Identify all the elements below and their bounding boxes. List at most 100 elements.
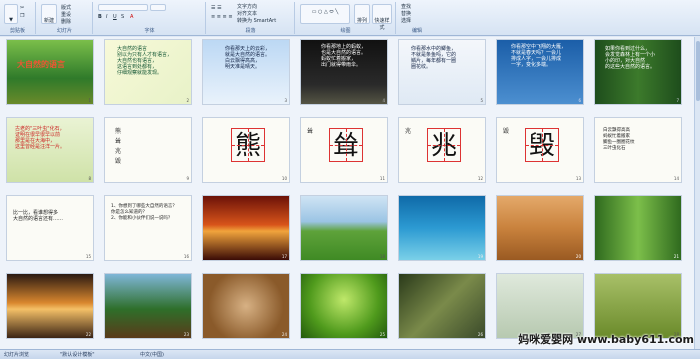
font-name-select[interactable]	[98, 4, 148, 11]
slide-thumbnail[interactable]: 21	[594, 195, 682, 261]
slide-body: 1、你想到了哪些大自然的语言？ 你是怎么知道的？ 2、你能和小伙伴们说一说吗？	[111, 204, 177, 221]
bold-button[interactable]: B	[98, 14, 102, 20]
slide-thumbnail[interactable]: 白云飘得高高 蚂蚁忙着搬家 鲫鱼一圈圈花纹 三叶虫化石 14	[594, 117, 682, 183]
slide-number: 17	[281, 254, 287, 259]
cut-icon[interactable]: ✂	[20, 5, 24, 11]
slide-number: 15	[85, 254, 91, 259]
slide-number: 14	[673, 176, 679, 181]
slide-thumbnail[interactable]: 19	[398, 195, 486, 261]
group-label-editing: 编辑	[411, 28, 422, 34]
underline-button[interactable]: U	[113, 14, 117, 20]
slide-number: 10	[281, 176, 287, 181]
watermark: 妈咪爱婴网 www.baby611.com	[518, 333, 694, 346]
slide-number: 6	[578, 98, 581, 103]
align-text-button[interactable]: 对齐文本	[237, 10, 257, 17]
smartart-button[interactable]: 转换为 SmartArt	[237, 17, 276, 24]
slide-thumbnail[interactable]: 古老的"三叶虫"化石， 证明在很早很早以前 那里是在大海中， 这里曾经是汪洋一片…	[6, 117, 94, 183]
slide-thumbnail[interactable]: 你看那天上的云彩， 就是大自然的语言。 白云飘得高高， 明天准是晴天。 3	[202, 39, 290, 105]
paste-button[interactable]: ▼	[4, 4, 18, 24]
slide-number: 12	[477, 176, 483, 181]
slide-thumbnail[interactable]: 1、你想到了哪些大自然的语言？ 你是怎么知道的？ 2、你能和小伙伴们说一说吗？ …	[104, 195, 192, 261]
find-button[interactable]: 查找	[401, 3, 411, 10]
slide-number: 1	[88, 98, 91, 103]
slide-number: 22	[85, 332, 91, 337]
slide-thumbnail[interactable]: 比一比，看谁想得多 大自然的语言还有…… 15	[6, 195, 94, 261]
slide-number: 2	[186, 98, 189, 103]
slide-thumbnail[interactable]: 耸 耸 11	[300, 117, 388, 183]
slide-number: 11	[379, 176, 385, 181]
slide-thumbnail[interactable]: 18	[300, 195, 388, 261]
group-label-paragraph: 段落	[245, 28, 256, 34]
slide-body: 大自然的语言 别以为只有人才有语言， 大自然也有语言， 这语言到处都有， 仔细观…	[117, 46, 173, 76]
arrange-button[interactable]: 排列	[354, 4, 370, 24]
status-view: 幻灯片浏览	[4, 352, 30, 358]
font-color-button[interactable]: A	[130, 14, 133, 20]
new-slide-button[interactable]: 新建	[41, 4, 57, 24]
replace-button[interactable]: 替换	[401, 10, 411, 17]
select-button[interactable]: 选择	[401, 17, 411, 24]
slide-thumbnail[interactable]: 24	[202, 273, 290, 339]
group-label-clipboard: 剪贴板	[9, 28, 25, 34]
reset-button[interactable]: 重设	[61, 11, 71, 18]
slide-body: 白云飘得高高 蚂蚁忙着搬家 鲫鱼一圈圈花纹 三叶虫化石	[603, 128, 635, 151]
slides-group: 新建 版式 重设 删除 幻灯片	[37, 2, 93, 34]
slide-body: 你看那水中的鲫鱼， 不就是条鱼吗，它的 鳞片，每年都有一圈 圈花纹。	[411, 46, 457, 70]
slide-title: 大自然的语言	[17, 60, 65, 69]
slide-number: 16	[183, 254, 189, 259]
slide-char: 兆	[405, 128, 412, 135]
font-group: B I U S A 字体	[94, 2, 206, 34]
slide-number: 21	[673, 254, 679, 259]
slide-thumbnail[interactable]: 28	[594, 273, 682, 339]
slide-thumbnail[interactable]: 熊 耸 兆 毁 9	[104, 117, 192, 183]
copy-icon[interactable]: ❐	[20, 13, 24, 19]
vertical-scrollbar[interactable]	[694, 37, 700, 349]
slide-char: 兆	[115, 148, 122, 155]
slide-char: 耸	[115, 138, 122, 145]
slide-char: 毁	[115, 158, 122, 165]
slide-number: 24	[281, 332, 287, 337]
slide-thumbnail[interactable]: 17	[202, 195, 290, 261]
slide-body: 你看那天上的云彩， 就是大自然的语言。 白云飘得高高， 明天准是晴天。	[225, 46, 271, 70]
slide-number: 5	[480, 98, 483, 103]
slide-number: 13	[575, 176, 581, 181]
drawing-group: ▭ ○ △ ⬭ ╲ 排列 快速样式 绘图	[296, 2, 396, 34]
layout-button[interactable]: 版式	[61, 4, 71, 11]
ribbon: ▼ ✂ ❐ 剪贴板 新建 版式 重设 删除 幻灯片 B I U S A 字体 ☰…	[0, 0, 700, 36]
slide-bigchar: 毁	[525, 128, 559, 162]
slide-number: 19	[477, 254, 483, 259]
bullets-icon[interactable]: ☰ ☰	[211, 5, 222, 11]
status-theme: "默认设计模板"	[60, 352, 95, 358]
slide-char: 熊	[115, 128, 122, 135]
quick-styles-button[interactable]: 快速样式	[372, 4, 392, 31]
slide-thumbnail[interactable]: 27	[496, 273, 584, 339]
shapes-gallery[interactable]: ▭ ○ △ ⬭ ╲	[300, 4, 350, 24]
slide-thumbnail[interactable]: 熊 10	[202, 117, 290, 183]
slide-thumbnail[interactable]: 20	[496, 195, 584, 261]
italic-button[interactable]: I	[106, 14, 107, 20]
group-label-drawing: 绘图	[340, 28, 351, 34]
strike-button[interactable]: S	[121, 14, 124, 20]
status-language: 中文(中国)	[140, 352, 164, 358]
slide-body: 如果你看到过什么， 会发觉森林上有一个小 小的印，对大自然 的这些大自然的语言。	[605, 46, 656, 70]
slide-thumbnail[interactable]: 你看那地上的蚂蚁， 也是大自然的语言。 蚂蚁忙着搬家， 出门就得带雨伞。 4	[300, 39, 388, 105]
slide-thumbnail[interactable]: 22	[6, 273, 94, 339]
slide-thumbnail[interactable]: 你看那空中飞翔的大雁， 不就是春天吗？一会儿 排成人字，一会儿排成 一字，变化多…	[496, 39, 584, 105]
slide-thumbnail[interactable]: 如果你看到过什么， 会发觉森林上有一个小 小的印，对大自然 的这些大自然的语言。…	[594, 39, 682, 105]
scrollbar-thumb[interactable]	[696, 41, 700, 101]
text-direction-button[interactable]: 文字方向	[237, 3, 257, 10]
slide-char: 耸	[307, 128, 314, 135]
delete-button[interactable]: 删除	[61, 18, 71, 25]
slide-thumbnail[interactable]: 你看那水中的鲫鱼， 不就是条鱼吗，它的 鳞片，每年都有一圈 圈花纹。 5	[398, 39, 486, 105]
slide-thumbnail[interactable]: 毁 毁 13	[496, 117, 584, 183]
slide-thumbnail[interactable]: 25	[300, 273, 388, 339]
slide-thumbnail[interactable]: 兆 兆 12	[398, 117, 486, 183]
align-icons[interactable]: ≡ ≡ ≡ ≡	[211, 14, 233, 20]
slide-thumbnail[interactable]: 23	[104, 273, 192, 339]
clipboard-group: ▼ ✂ ❐ 剪贴板	[0, 2, 36, 34]
slide-number: 25	[379, 332, 385, 337]
slide-thumbnail[interactable]: 大自然的语言 1	[6, 39, 94, 105]
slide-thumbnail[interactable]: 大自然的语言 别以为只有人才有语言， 大自然也有语言， 这语言到处都有， 仔细观…	[104, 39, 192, 105]
slide-thumbnail[interactable]: 26	[398, 273, 486, 339]
group-label-slides: 幻灯片	[56, 28, 72, 34]
font-size-select[interactable]	[150, 4, 166, 11]
